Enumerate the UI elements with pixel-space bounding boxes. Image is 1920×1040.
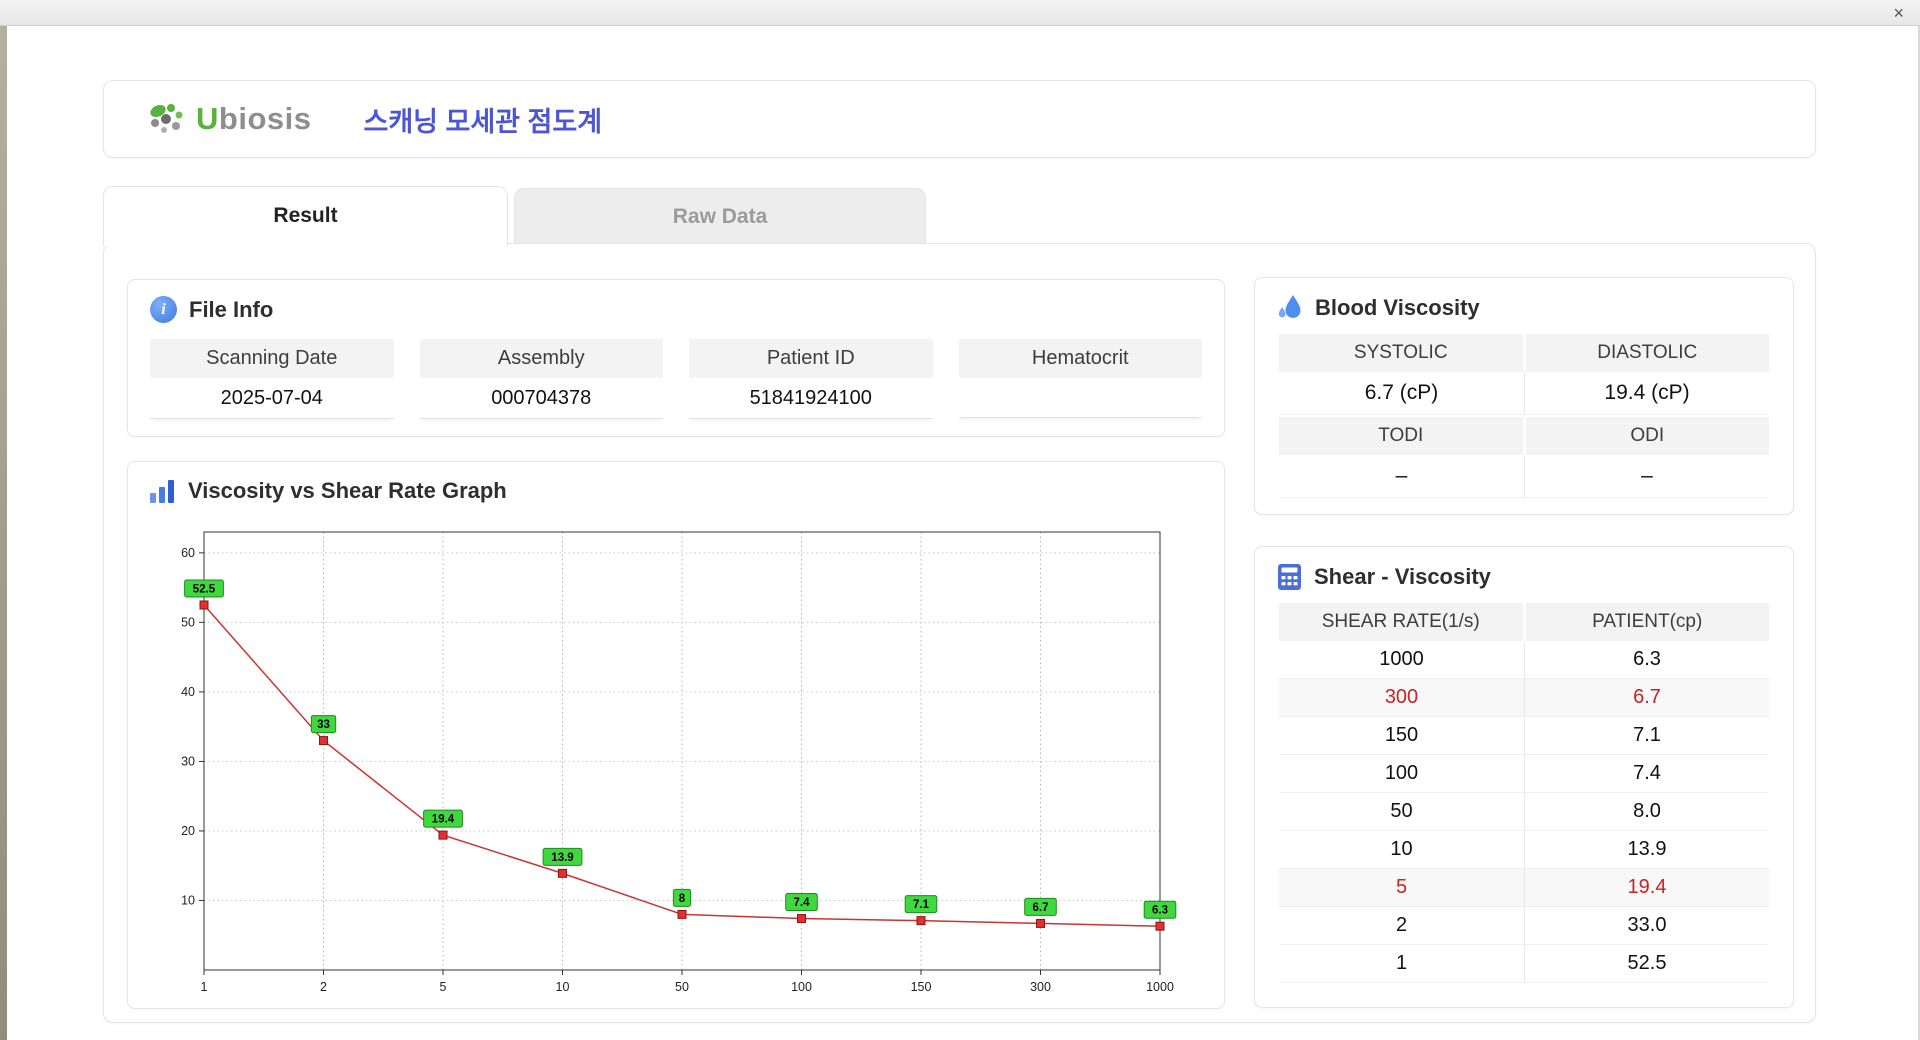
field-value	[959, 378, 1203, 418]
field-label: Assembly	[420, 339, 664, 378]
table-row: 5 19.4	[1279, 869, 1769, 907]
systolic-label: SYSTOLIC	[1279, 334, 1523, 372]
field-label: Scanning Date	[150, 339, 394, 378]
svg-text:10: 10	[181, 893, 195, 907]
table-row: 1 52.5	[1279, 945, 1769, 983]
patient-cell: 19.4	[1524, 869, 1769, 906]
calculator-icon	[1277, 563, 1302, 591]
shear-viscosity-title: Shear - Viscosity	[1314, 564, 1491, 590]
svg-text:52.5: 52.5	[193, 584, 216, 596]
shear-cell: 1	[1279, 945, 1524, 982]
table-row: 1000 6.3	[1279, 641, 1769, 679]
field-hematocrit: Hematocrit	[959, 339, 1203, 419]
viscosity-graph-card: Viscosity vs Shear Rate Graph 10 20 30 40 50…	[127, 461, 1225, 1009]
table-row: 50 8.0	[1279, 793, 1769, 831]
info-icon: i	[150, 296, 177, 323]
droplet-icon	[1277, 294, 1303, 322]
table-row: 2 33.0	[1279, 907, 1769, 945]
patient-cell: 52.5	[1524, 945, 1769, 982]
patient-cell: 7.1	[1524, 717, 1769, 754]
patient-cell: 8.0	[1524, 793, 1769, 830]
systolic-value: 6.7 (cP)	[1279, 372, 1524, 414]
viscosity-shear-chart: 10 20 30 40 50 60 1 2 5 10 50 100 150 300 1000 52.5 33 19…	[160, 524, 1190, 1009]
patient-cell: 6.3	[1524, 641, 1769, 678]
svg-text:20: 20	[181, 824, 195, 838]
svg-text:40: 40	[181, 685, 195, 699]
patient-cell: 33.0	[1524, 907, 1769, 944]
window-titlebar: ×	[0, 0, 1920, 26]
shear-viscosity-card: Shear - Viscosity SHEAR RATE(1/s) PATIEN…	[1254, 546, 1794, 1008]
svg-text:30: 30	[181, 754, 195, 768]
bar-chart-icon	[150, 479, 176, 503]
blood-viscosity-title: Blood Viscosity	[1315, 295, 1480, 321]
tab-result[interactable]: Result	[103, 186, 508, 246]
ubiosis-logo: Ubiosis	[146, 101, 311, 137]
shear-viscosity-table: SHEAR RATE(1/s) PATIENT(cp) 1000 6.3 300…	[1279, 603, 1769, 983]
field-scanning-date: Scanning Date 2025-07-04	[150, 339, 394, 419]
svg-text:300: 300	[1030, 980, 1051, 994]
svg-text:13.9: 13.9	[551, 852, 573, 864]
field-value: 2025-07-04	[150, 378, 394, 419]
diastolic-value: 19.4 (cP)	[1524, 372, 1769, 414]
svg-text:60: 60	[181, 546, 195, 560]
app-header: Ubiosis 스캐닝 모세관 점도계	[103, 80, 1816, 158]
svg-text:7.4: 7.4	[794, 897, 811, 909]
page-title: 스캐닝 모세관 점도계	[363, 100, 602, 139]
patient-cell: 6.7	[1524, 679, 1769, 716]
table-row: 10 13.9	[1279, 831, 1769, 869]
svg-text:5: 5	[440, 980, 447, 994]
graph-title: Viscosity vs Shear Rate Graph	[188, 478, 507, 504]
svg-text:8: 8	[679, 893, 686, 905]
logo-wordmark: Ubiosis	[196, 101, 311, 137]
svg-text:10: 10	[556, 980, 570, 994]
table-row: 100 7.4	[1279, 755, 1769, 793]
shear-cell: 150	[1279, 717, 1524, 754]
todi-value: –	[1279, 455, 1524, 497]
result-panel: i File Info Scanning Date 2025-07-04 Ass…	[103, 243, 1816, 1023]
file-info-card: i File Info Scanning Date 2025-07-04 Ass…	[127, 279, 1225, 437]
shear-cell: 100	[1279, 755, 1524, 792]
svg-text:150: 150	[911, 980, 932, 994]
svg-text:1000: 1000	[1146, 980, 1174, 994]
odi-label: ODI	[1526, 417, 1770, 455]
leaf-cluster-icon	[146, 102, 188, 136]
svg-text:2: 2	[320, 980, 327, 994]
desktop-edge-strip	[0, 26, 7, 1040]
col-shear-rate: SHEAR RATE(1/s)	[1279, 603, 1523, 641]
shear-cell: 2	[1279, 907, 1524, 944]
shear-cell: 50	[1279, 793, 1524, 830]
blood-viscosity-card: Blood Viscosity SYSTOLIC DIASTOLIC 6.7 (…	[1254, 277, 1794, 515]
field-label: Patient ID	[689, 339, 933, 378]
svg-text:100: 100	[791, 980, 812, 994]
field-assembly: Assembly 000704378	[420, 339, 664, 419]
table-row: 150 7.1	[1279, 717, 1769, 755]
shear-cell: 1000	[1279, 641, 1524, 678]
field-value: 51841924100	[689, 378, 933, 419]
svg-text:6.3: 6.3	[1152, 905, 1168, 917]
field-patient-id: Patient ID 51841924100	[689, 339, 933, 419]
field-label: Hematocrit	[959, 339, 1203, 378]
file-info-title: File Info	[189, 297, 273, 323]
close-icon[interactable]: ×	[1893, 2, 1904, 24]
odi-value: –	[1524, 455, 1769, 497]
svg-text:7.1: 7.1	[913, 899, 930, 911]
field-value: 000704378	[420, 378, 664, 419]
svg-text:50: 50	[181, 615, 195, 629]
svg-text:1: 1	[201, 980, 208, 994]
diastolic-label: DIASTOLIC	[1526, 334, 1770, 372]
col-patient: PATIENT(cp)	[1526, 603, 1770, 641]
shear-cell: 300	[1279, 679, 1524, 716]
shear-cell: 5	[1279, 869, 1524, 906]
tab-raw-data[interactable]: Raw Data	[514, 188, 926, 243]
patient-cell: 13.9	[1524, 831, 1769, 868]
table-row: 300 6.7	[1279, 679, 1769, 717]
svg-text:50: 50	[675, 980, 689, 994]
svg-text:19.4: 19.4	[432, 814, 455, 826]
svg-text:33: 33	[317, 719, 330, 731]
todi-label: TODI	[1279, 417, 1523, 455]
patient-cell: 7.4	[1524, 755, 1769, 792]
svg-text:6.7: 6.7	[1033, 902, 1049, 914]
shear-cell: 10	[1279, 831, 1524, 868]
